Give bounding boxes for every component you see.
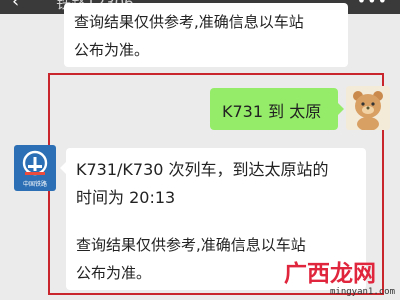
message-line: 公布为准。 (74, 41, 150, 59)
previous-bot-message: 查询结果仅供参考,准确信息以车站 公布为准。 (64, 3, 348, 67)
site-watermark: 广西龙网 mingyan1.com (270, 254, 398, 300)
user-message-bubble[interactable]: K731 到 太原 (210, 88, 344, 130)
message-line: 查询结果仅供参考,准确信息以车站 (76, 236, 306, 254)
message-line: 时间为 20:13 (76, 188, 176, 207)
bot-avatar[interactable]: 中国铁路 (14, 145, 56, 191)
message-line: K731/K730 次列车，到达太原站的 (76, 160, 329, 179)
back-arrow-icon[interactable]: ‹ (12, 0, 19, 12)
bear-cartoon-icon (353, 91, 383, 130)
user-query-text: K731 到 太原 (222, 102, 322, 121)
user-avatar[interactable] (346, 86, 390, 130)
watermark-url: mingyan1.com (330, 287, 396, 297)
message-line: 公布为准。 (76, 264, 152, 282)
more-dots-icon[interactable]: ••• (357, 0, 388, 10)
bot-brand-label: 中国铁路 (22, 181, 47, 188)
china-railway-logo-icon (22, 150, 48, 176)
watermark-text: 广西龙网 (284, 261, 376, 287)
message-line: 查询结果仅供参考,准确信息以车站 (74, 13, 304, 31)
